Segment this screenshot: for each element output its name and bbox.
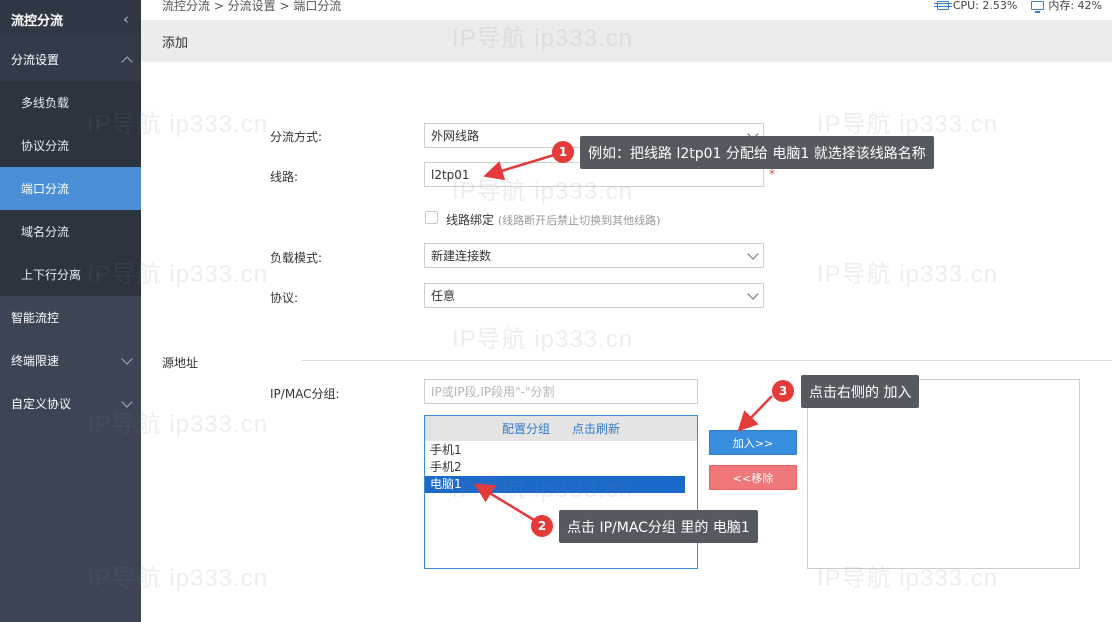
- sidebar-item-custom-protocol[interactable]: 自定义协议: [0, 382, 141, 425]
- cpu-icon: [933, 0, 952, 10]
- watermark: IP导航 ip333.cn: [452, 326, 634, 353]
- sidebar-item-label: 终端限速: [11, 354, 60, 368]
- group-list: 手机1 手机2 电脑1: [425, 441, 697, 493]
- list-item-selected[interactable]: 电脑1: [425, 476, 685, 493]
- sidebar-submenu: 多线负载 协议分流 端口分流 域名分流 上下行分离: [0, 81, 141, 296]
- line-input-value: l2tp01: [431, 167, 470, 182]
- sidebar-title: 流控分流: [11, 13, 64, 29]
- config-group-link[interactable]: 配置分组: [502, 420, 550, 437]
- annotation-badge-3: 3: [772, 380, 794, 402]
- ipmac-placeholder: IP或IP段,IP段用"-"分割: [431, 385, 555, 399]
- line-bind-text: 线路绑定: [446, 213, 495, 227]
- breadcrumb: 流控分流 > 分流设置 > 端口分流: [162, 0, 342, 13]
- arrow-3: [737, 395, 773, 432]
- panel-title: 添加: [141, 20, 1112, 62]
- refresh-link[interactable]: 点击刷新: [572, 420, 620, 437]
- annotation-badge-2: 2: [531, 515, 553, 537]
- mode-select-value: 外网线路: [431, 129, 480, 143]
- sidebar-item-label: 域名分流: [21, 225, 70, 239]
- list-item[interactable]: 手机2: [425, 459, 685, 476]
- protocol-select[interactable]: 任意: [424, 283, 764, 308]
- ipmac-input[interactable]: IP或IP段,IP段用"-"分割: [424, 379, 698, 404]
- annotation-badge-1: 1: [552, 141, 574, 163]
- sidebar-item-label: 自定义协议: [11, 397, 72, 411]
- protocol-value: 任意: [431, 289, 456, 303]
- sidebar-item-port-split[interactable]: 端口分流: [0, 167, 141, 210]
- load-mode-label: 负载模式:: [270, 251, 323, 265]
- sidebar-item-terminal-limit[interactable]: 终端限速: [0, 339, 141, 382]
- line-bind-label: 线路绑定 (线路断开后禁止切换到其他线路): [446, 211, 660, 228]
- annotation-callout-3: 点击右侧的 加入: [801, 375, 920, 408]
- annotation-callout-2: 点击 IP/MAC分组 里的 电脑1: [559, 510, 758, 543]
- sidebar-item-updown-split[interactable]: 上下行分离: [0, 253, 141, 296]
- sidebar-item-domain-split[interactable]: 域名分流: [0, 210, 141, 253]
- group-list-header: 配置分组 点击刷新: [425, 416, 697, 441]
- cpu-stat: CPU: 2.53%: [933, 0, 1018, 12]
- sidebar-item-label: 多线负载: [21, 96, 70, 110]
- sidebar-item-smart-flow[interactable]: 智能流控: [0, 296, 141, 339]
- chevron-down-icon: [121, 395, 133, 408]
- cpu-value: CPU: 2.53%: [952, 0, 1018, 12]
- required-mark: *: [769, 167, 775, 181]
- line-bind-checkbox[interactable]: [425, 211, 438, 224]
- sidebar-header[interactable]: 流控分流 ‹: [0, 0, 141, 38]
- sidebar-item-label: 上下行分离: [21, 268, 82, 282]
- chevron-up-icon: [121, 55, 133, 68]
- sidebar-item-multiline-load[interactable]: 多线负载: [0, 81, 141, 124]
- watermark: IP导航 ip333.cn: [817, 111, 999, 138]
- load-mode-select[interactable]: 新建连接数: [424, 243, 764, 268]
- sidebar-item-label: 智能流控: [11, 311, 60, 325]
- sidebar: 流控分流 ‹ 分流设置 多线负载 协议分流 端口分流 域名分流 上下行分离 智能…: [0, 0, 141, 622]
- sidebar-group-split-settings[interactable]: 分流设置: [0, 38, 141, 81]
- memory-stat: 内存: 42%: [1031, 0, 1102, 13]
- source-section-title: 源地址: [162, 356, 199, 370]
- list-item[interactable]: 手机1: [425, 442, 685, 459]
- protocol-label: 协议:: [270, 291, 299, 305]
- monitor-icon: [1031, 0, 1045, 13]
- load-mode-value: 新建连接数: [431, 249, 492, 263]
- chevron-down-icon: [747, 288, 759, 300]
- mode-label: 分流方式:: [270, 130, 323, 144]
- sidebar-item-label: 端口分流: [21, 182, 70, 196]
- sidebar-item-protocol-split[interactable]: 协议分流: [0, 124, 141, 167]
- line-bind-hint: (线路断开后禁止切换到其他线路): [497, 214, 661, 227]
- remove-button[interactable]: <<移除: [709, 465, 797, 490]
- system-stats: CPU: 2.53% 内存: 42%: [933, 0, 1102, 13]
- watermark: IP导航 ip333.cn: [817, 261, 999, 288]
- chevron-down-icon: [747, 248, 759, 260]
- annotation-callout-1: 例如：把线路 l2tp01 分配给 电脑1 就选择该线路名称: [580, 136, 934, 169]
- add-button[interactable]: 加入>>: [709, 430, 797, 455]
- collapse-sidebar-icon[interactable]: ‹: [123, 10, 129, 28]
- memory-value: 内存: 42%: [1048, 0, 1102, 12]
- section-divider: [301, 360, 1112, 361]
- ipmac-label: IP/MAC分组:: [270, 387, 340, 401]
- sidebar-item-label: 协议分流: [21, 139, 70, 153]
- line-label: 线路:: [270, 170, 299, 184]
- ipmac-group-list: 配置分组 点击刷新 手机1 手机2 电脑1: [424, 415, 698, 569]
- sidebar-group-label: 分流设置: [11, 53, 60, 67]
- chevron-down-icon: [121, 352, 133, 365]
- topbar: 流控分流 > 分流设置 > 端口分流 CPU: 2.53% 内存: 42%: [141, 0, 1112, 20]
